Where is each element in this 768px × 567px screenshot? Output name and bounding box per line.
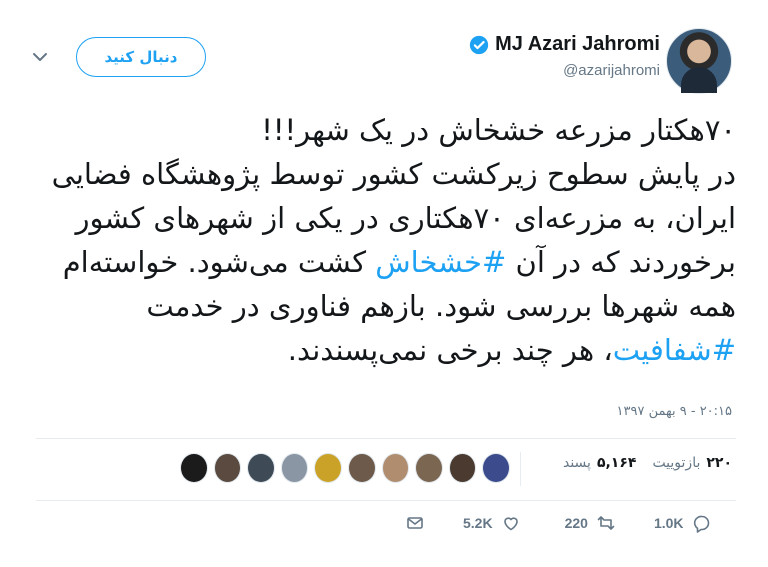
tweet-actions: 5.2K 220 1.0K: [405, 513, 712, 533]
like-button[interactable]: 5.2K: [455, 513, 521, 533]
retweet-stat-count[interactable]: ۲۲۰: [706, 455, 732, 471]
retweet-count: 220: [564, 515, 588, 531]
hashtag-link[interactable]: #شفافیت: [613, 333, 736, 367]
reply-icon: [693, 515, 709, 533]
liker-avatar[interactable]: [213, 453, 242, 483]
divider: [520, 452, 521, 486]
engagement-stats: ۲۲۰ بازتوییت ۵,۱۶۴ پسند: [553, 455, 732, 471]
liker-avatar[interactable]: [415, 453, 443, 483]
retweet-stat-label[interactable]: بازتوییت: [652, 455, 700, 471]
divider: [36, 438, 736, 439]
tweet-line: ۷۰هکتار مزرعه خشخاش در یک شهر!!!: [261, 113, 736, 147]
profile-avatar[interactable]: [666, 28, 732, 94]
hashtag-link[interactable]: #خشخاش: [375, 245, 506, 279]
like-stat-count[interactable]: ۵,۱۶۴: [597, 455, 637, 471]
tweet-text: ۷۰هکتار مزرعه خشخاش در یک شهر!!! در پایش…: [36, 108, 736, 372]
liker-avatar[interactable]: [280, 453, 309, 483]
liker-avatar[interactable]: [347, 453, 376, 483]
user-handle[interactable]: @azarijahromi: [563, 62, 660, 79]
liker-avatar[interactable]: [247, 453, 275, 483]
reply-button[interactable]: 1.0K: [646, 513, 712, 533]
follow-button[interactable]: دنبال کنید: [76, 37, 206, 77]
like-count: 5.2K: [463, 515, 493, 531]
verified-badge-icon: [469, 35, 489, 54]
liker-avatar[interactable]: [448, 453, 477, 483]
divider: [36, 500, 736, 501]
tweet-line: ، هر چند برخی نمی‌پسندند.: [287, 333, 613, 367]
name-row: MJ Azari Jahromi: [469, 33, 660, 56]
like-stat-label[interactable]: پسند: [563, 455, 591, 471]
chevron-down-icon[interactable]: [30, 47, 50, 67]
retweet-button[interactable]: 220: [557, 513, 616, 533]
display-name[interactable]: MJ Azari Jahromi: [495, 33, 660, 56]
reply-count: 1.0K: [653, 515, 684, 531]
retweet-icon: [597, 516, 615, 530]
heart-icon: [503, 517, 518, 531]
liker-avatar[interactable]: [381, 453, 410, 483]
liker-avatars: [180, 453, 510, 487]
liker-avatar[interactable]: [314, 453, 342, 483]
envelope-icon: [407, 517, 423, 529]
dm-button[interactable]: [405, 513, 425, 533]
liker-avatar[interactable]: [482, 453, 510, 483]
tweet-timestamp[interactable]: ۲۰:۱۵ - ۹ بهمن ۱۳۹۷: [617, 404, 733, 419]
liker-avatar[interactable]: [180, 453, 208, 483]
